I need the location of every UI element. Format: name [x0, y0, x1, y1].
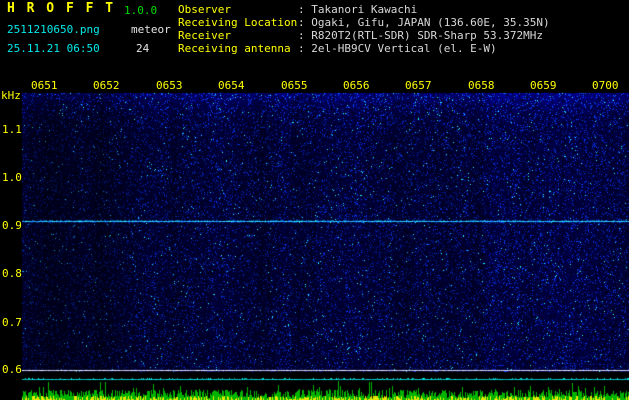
time-tick-0655: 0655 [281, 79, 308, 92]
time-tick-0652: 0652 [93, 79, 120, 92]
freq-unit-label: kHz [1, 89, 21, 102]
time-tick-0651: 0651 [31, 79, 58, 92]
info-value-observer: : Takanori Kawachi [298, 3, 418, 16]
info-label-location: Receiving Location [178, 16, 298, 29]
info-value-receiver: : R820T2(RTL-SDR) SDR-Sharp 53.372MHz [298, 29, 544, 42]
time-tick-0658: 0658 [468, 79, 495, 92]
info-row-receiver: Receiver : R820T2(RTL-SDR) SDR-Sharp 53.3… [178, 29, 550, 42]
sample-count: 24 [136, 42, 150, 55]
info-value-antenna: : 2el-HB9CV Vertical (el. E-W) [298, 42, 497, 55]
info-label-observer: Observer [178, 3, 231, 16]
hrofft-window: H R O F F T 1.0.0 2511210650.png meteor … [0, 0, 629, 400]
time-tick-0700: 0700 [592, 79, 619, 92]
time-tick-0656: 0656 [343, 79, 370, 92]
output-filename: 2511210650.png [7, 23, 100, 36]
time-tick-0657: 0657 [405, 79, 432, 92]
mode-label: meteor [131, 23, 171, 36]
time-tick-0654: 0654 [218, 79, 245, 92]
spectrogram-canvas [0, 0, 629, 400]
info-value-location: : Ogaki, Gifu, JAPAN (136.60E, 35.35N) [298, 16, 550, 29]
info-label-receiver: Receiver [178, 29, 231, 42]
info-row-antenna: Receiving antenna : 2el-HB9CV Vertical (e… [178, 42, 550, 55]
freq-tick-1-1: 1.1 [2, 123, 22, 136]
freq-tick-0-8: 0.8 [2, 267, 22, 280]
info-label-antenna: Receiving antenna [178, 42, 291, 55]
app-title: H R O F F T [7, 1, 116, 16]
freq-tick-0-9: 0.9 [2, 219, 22, 232]
info-row-observer: Observer : Takanori Kawachi [178, 3, 550, 16]
app-version: 1.0.0 [124, 4, 158, 17]
datetime-label: 25.11.21 06:50 [7, 42, 100, 55]
freq-tick-0-7: 0.7 [2, 316, 22, 329]
time-tick-0659: 0659 [530, 79, 557, 92]
info-row-location: Receiving Location: Ogaki, Gifu, JAPAN (… [178, 16, 550, 29]
freq-tick-0-6: 0.6 [2, 363, 22, 376]
header-info: Observer : Takanori Kawachi Receiving Loc… [178, 3, 550, 55]
time-tick-0653: 0653 [156, 79, 183, 92]
freq-tick-1-0: 1.0 [2, 171, 22, 184]
